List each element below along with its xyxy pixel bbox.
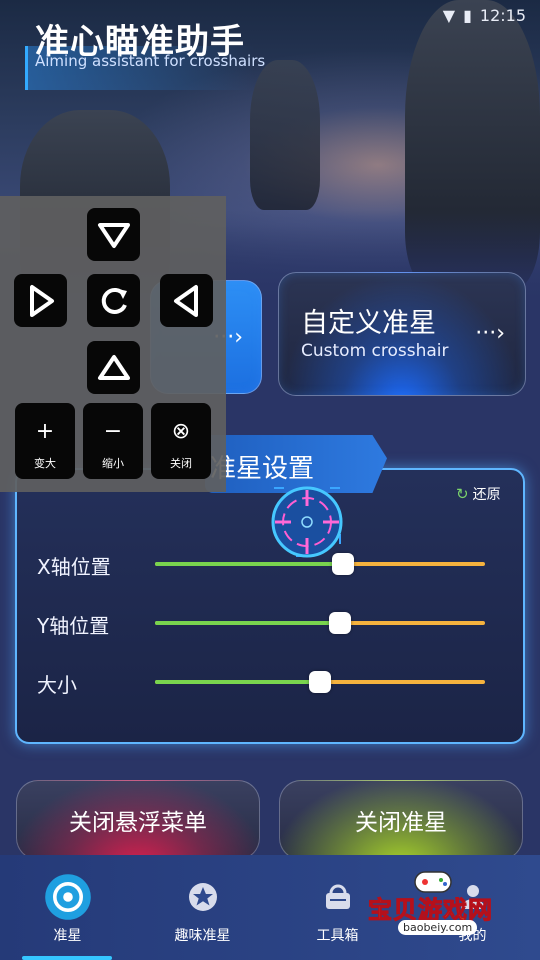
active-tab-indicator bbox=[22, 956, 112, 960]
slider-thumb[interactable] bbox=[332, 553, 355, 575]
wifi-icon: ▼ bbox=[442, 6, 456, 25]
move-right-button[interactable] bbox=[160, 274, 213, 327]
triangle-right-icon bbox=[29, 284, 54, 317]
watermark-logo: 宝贝游戏网 baobeiy.com bbox=[368, 868, 518, 948]
shrink-label: 缩小 bbox=[102, 457, 124, 470]
minus-icon: − bbox=[103, 419, 123, 444]
y-position-label: Y轴位置 bbox=[37, 614, 110, 638]
nav-item-crosshair[interactable]: 准星 bbox=[0, 855, 135, 960]
size-label: 大小 bbox=[37, 673, 77, 697]
enlarge-button[interactable]: + 变大 bbox=[15, 403, 75, 479]
rotate-button[interactable] bbox=[87, 274, 140, 327]
nav-label: 趣味准星 bbox=[174, 928, 231, 944]
shrink-button[interactable]: − 缩小 bbox=[83, 403, 143, 479]
x-position-slider-row: X轴位置 bbox=[37, 549, 497, 579]
floating-control-panel: + 变大 − 缩小 ⊗ 关闭 bbox=[0, 196, 226, 492]
slider-thumb[interactable] bbox=[328, 612, 351, 634]
arrow-right-icon: ···› bbox=[475, 321, 505, 346]
close-overlay-button[interactable]: ⊗ 关闭 bbox=[151, 403, 211, 479]
triangle-down-icon bbox=[97, 222, 130, 248]
custom-crosshair-subtitle: Custom crosshair bbox=[301, 341, 449, 361]
triangle-left-icon bbox=[173, 284, 198, 317]
triangle-up-icon bbox=[97, 354, 130, 380]
watermark-url: baobeiy.com bbox=[398, 920, 478, 935]
nav-item-fun-crosshair[interactable]: 趣味准星 bbox=[135, 855, 270, 960]
reset-button[interactable]: ↻ 还原 bbox=[456, 484, 501, 504]
slider-thumb[interactable] bbox=[309, 671, 331, 693]
custom-crosshair-card[interactable]: 自定义准星 Custom crosshair ···› bbox=[278, 272, 526, 396]
crosshair-icon bbox=[44, 874, 91, 920]
enlarge-label: 变大 bbox=[34, 457, 56, 470]
close-float-menu-button[interactable]: 关闭悬浮菜单 bbox=[16, 780, 260, 860]
x-position-slider[interactable] bbox=[155, 553, 485, 575]
refresh-icon: ↻ bbox=[456, 485, 469, 503]
move-down-button[interactable] bbox=[87, 341, 140, 394]
close-circle-icon: ⊗ bbox=[171, 419, 191, 444]
size-slider[interactable] bbox=[155, 671, 485, 693]
star-icon bbox=[188, 883, 217, 911]
plus-icon: + bbox=[35, 419, 55, 444]
hero-soldier-mid bbox=[250, 60, 320, 210]
status-bar: ▼ ▮ 12:15 bbox=[443, 6, 526, 25]
battery-icon: ▮ bbox=[463, 6, 472, 25]
x-position-label: X轴位置 bbox=[37, 555, 111, 579]
close-label: 关闭 bbox=[170, 457, 192, 470]
size-slider-row: 大小 bbox=[37, 667, 497, 697]
custom-crosshair-title: 自定义准星 bbox=[301, 308, 436, 339]
app-subtitle: Aiming assistant for crosshairs bbox=[35, 52, 266, 70]
status-time: 12:15 bbox=[479, 6, 526, 25]
move-left-button[interactable] bbox=[14, 274, 67, 327]
reset-label: 还原 bbox=[472, 487, 501, 503]
close-crosshair-button[interactable]: 关闭准星 bbox=[279, 780, 523, 860]
move-up-button[interactable] bbox=[87, 208, 140, 261]
y-position-slider-row: Y轴位置 bbox=[37, 608, 497, 638]
toolbox-icon bbox=[325, 884, 350, 909]
refresh-icon bbox=[101, 287, 127, 314]
y-position-slider[interactable] bbox=[155, 612, 485, 634]
nav-label: 准星 bbox=[53, 928, 82, 944]
